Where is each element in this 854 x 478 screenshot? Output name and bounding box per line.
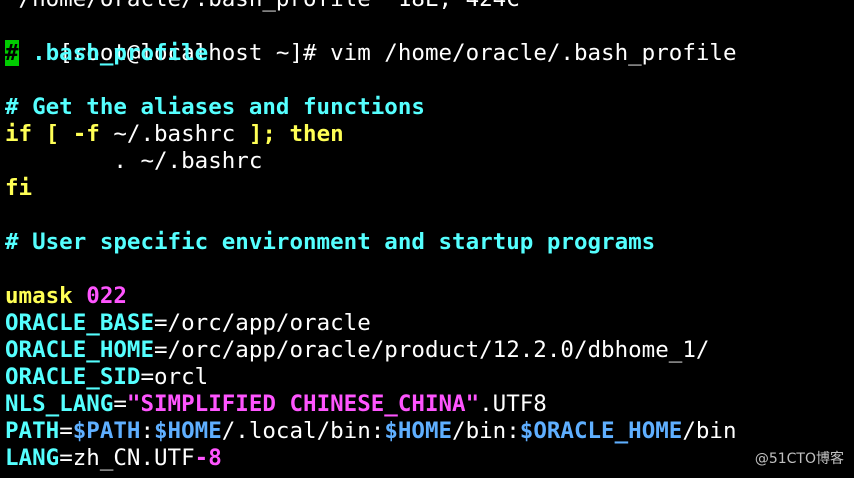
path-ref-path: $PATH [72,418,141,444]
path-seg-oracle-bin: /bin [682,418,737,444]
umask-keyword: umask [5,283,73,309]
shell-prompt-line: [root@localhost ~]# vim /home/oracle/.ba… [5,13,854,66]
editor-line-oracle-base: ORACLE_BASE=/orc/app/oracle [5,310,854,337]
lang-value: =zh_CN.UTF [59,445,195,471]
header-comment: .bash_profile [18,40,209,66]
editor-line-path: PATH=$PATH:$HOME/.local/bin:$HOME/bin:$O… [5,418,854,445]
editor-line-blank-1 [5,67,854,94]
if-flag: -f [72,121,100,147]
comment-user-env: # User specific environment and startup … [5,229,656,255]
if-bracket-close: ]; [248,121,276,147]
editor-line-umask: umask 022 [5,283,854,310]
nls-lang-eq: = [113,391,127,417]
fi-keyword: fi [5,175,33,201]
editor-line-blank-3 [5,256,854,283]
path-var: PATH [5,418,60,444]
nls-quote-open: " [126,391,141,417]
editor-line-blank-2 [5,202,854,229]
shell-command: vim /home/oracle/.bash_profile [330,40,737,66]
source-bashrc-line: . ~/.bashrc [5,148,263,174]
nls-quote-close: " [465,391,480,417]
watermark-51cto: @51CTO博客 [754,451,844,467]
oracle-home-value: =/orc/app/oracle/product/12.2.0/dbhome_1… [154,337,710,363]
editor-line-if: if [ -f ~/.bashrc ]; then [5,121,854,148]
nls-lang-suffix: .UTF8 [479,391,547,417]
oracle-sid-value: =orcl [140,364,209,390]
lang-var: LANG [5,445,60,471]
nls-lang-var: NLS_LANG [5,391,114,417]
path-seg-bin: /bin: [452,418,520,444]
then-keyword: then [289,121,344,147]
if-path: ~/.bashrc [113,121,236,147]
umask-value: 022 [86,283,127,309]
editor-line-oracle-sid: ORACLE_SID=orcl [5,364,854,391]
oracle-base-var: ORACLE_BASE [5,310,155,336]
editor-line-oracle-home: ORACLE_HOME=/orc/app/oracle/product/12.2… [5,337,854,364]
oracle-sid-var: ORACLE_SID [5,364,141,390]
oracle-base-value: =/orc/app/oracle [154,310,371,336]
if-bracket-open: [ [45,121,60,147]
path-ref-oracle-home: $ORACLE_HOME [519,418,683,444]
lang-number: -8 [194,445,222,471]
oracle-home-var: ORACLE_HOME [5,337,155,363]
editor-line-lang: LANG=zh_CN.UTF-8 [5,445,854,472]
comment-aliases: # Get the aliases and functions [5,94,425,120]
editor-cursor: # [5,40,19,66]
path-ref-home-2: $HOME [384,418,453,444]
previous-status-line: "/home/oracle/.bash_profile" 18L, 424C [5,0,854,13]
if-keyword: if [5,121,33,147]
nls-lang-string: SIMPLIFIED CHINESE_CHINA [140,391,466,417]
path-eq: = [59,418,73,444]
path-ref-home-1: $HOME [154,418,222,444]
editor-line-nls-lang: NLS_LANG="SIMPLIFIED CHINESE_CHINA".UTF8 [5,391,854,418]
terminal-window[interactable]: "/home/oracle/.bash_profile" 18L, 424C [… [5,0,854,472]
path-seg-local-bin: /.local/bin: [221,418,385,444]
path-sep-1: : [140,418,155,444]
